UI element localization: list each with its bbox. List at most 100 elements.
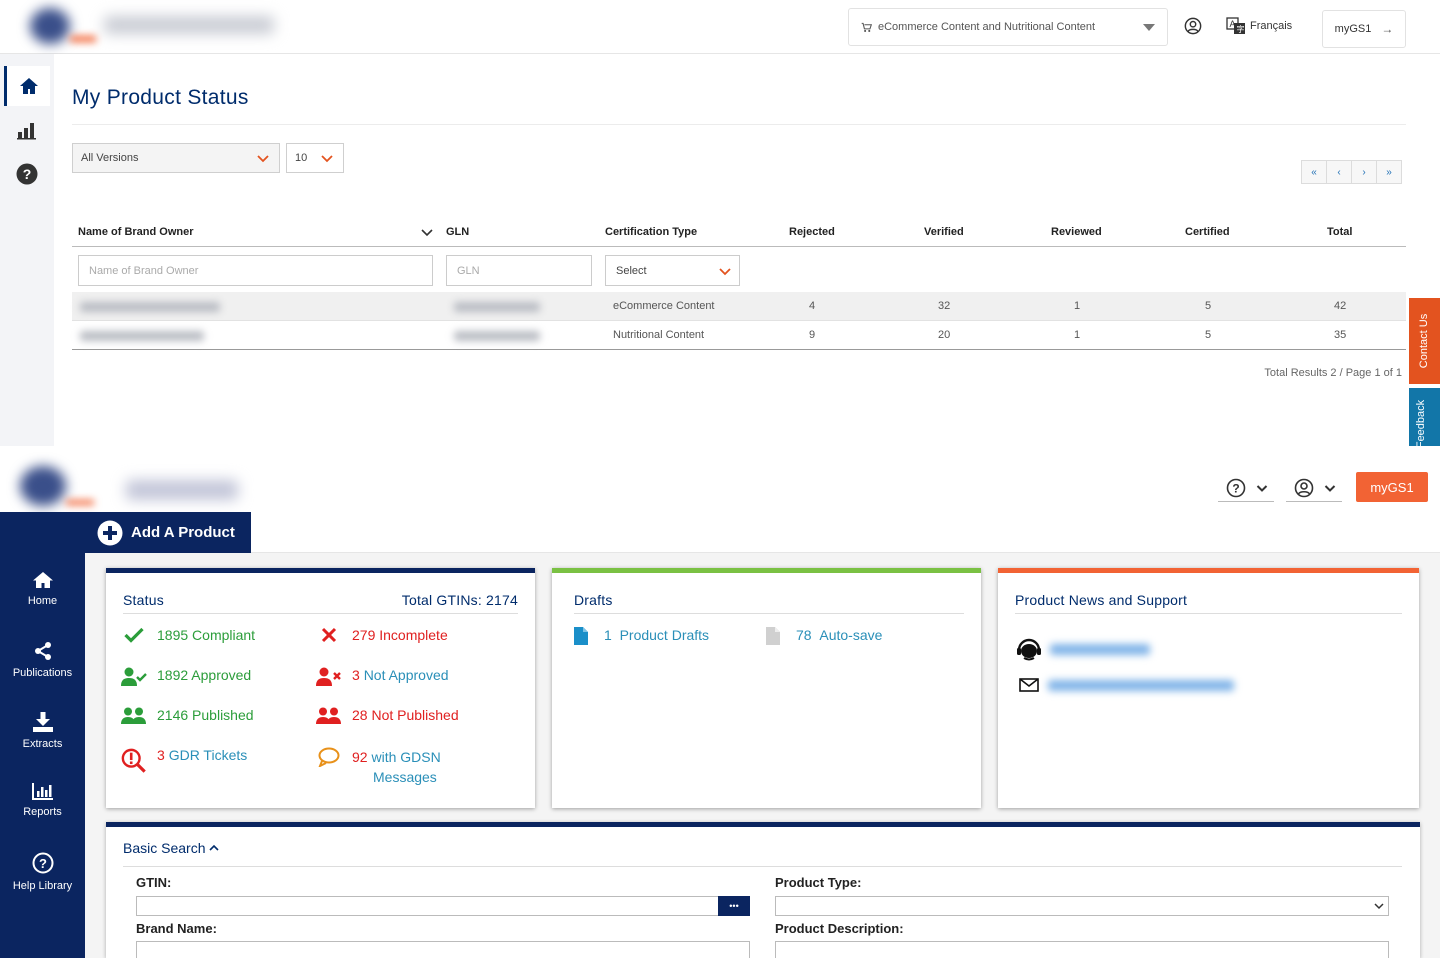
status-card: Status Total GTINs: 2174 1895 Compliant …	[106, 568, 535, 808]
published-count: 2146	[157, 707, 189, 723]
column-header-total[interactable]: Total	[1327, 226, 1352, 238]
chat-bubble-icon	[318, 747, 340, 767]
page-size-select[interactable]: 10	[286, 143, 344, 173]
top-header: eCommerce Content and Nutritional Conten…	[0, 0, 1440, 54]
cert-type-filter-select[interactable]: Select	[605, 255, 740, 286]
column-header-cert-type[interactable]: Certification Type	[605, 226, 697, 238]
divider	[123, 613, 518, 614]
add-product-label: Add A Product	[131, 524, 235, 541]
gs1-logo	[30, 8, 70, 44]
version-select-value: All Versions	[81, 152, 139, 164]
caret-down-icon	[1143, 24, 1155, 31]
brand-owner-filter-input[interactable]: Name of Brand Owner	[78, 255, 433, 286]
sidebar-item-extracts[interactable]: Extracts	[0, 712, 85, 750]
support-phone-blurred[interactable]	[1050, 644, 1150, 655]
sidebar-item-reports[interactable]	[4, 110, 50, 150]
help-dropdown[interactable]: ?	[1218, 474, 1274, 502]
add-product-button[interactable]: Add A Product	[85, 512, 251, 553]
column-header-rejected[interactable]: Rejected	[789, 226, 835, 238]
document-icon	[766, 627, 780, 645]
sidebar-item-home[interactable]	[4, 66, 50, 106]
compliant-count: 1895	[157, 627, 189, 643]
plus-circle-icon	[97, 520, 123, 545]
sidebar-item-label: Extracts	[22, 738, 63, 750]
user-dropdown[interactable]	[1286, 474, 1342, 502]
verified-cell: 20	[938, 329, 951, 341]
language-switch[interactable]: A字 Français	[1226, 17, 1292, 35]
autosave-link[interactable]: 78 Auto-save	[760, 627, 882, 645]
search-alert-icon	[121, 748, 146, 773]
basic-search-card: Basic Search GTIN: ••• Product Type: Bra…	[106, 822, 1420, 958]
product-drafts-count: 1	[604, 627, 612, 643]
sidebar-item-reports[interactable]: Reports	[0, 782, 85, 818]
mygs1-link[interactable]: myGS1 →	[1322, 10, 1406, 48]
approved-stat[interactable]: 1892 Approved	[121, 667, 251, 687]
check-icon	[124, 627, 144, 643]
gtin-input[interactable]	[136, 896, 750, 916]
contact-us-tab[interactable]: Contact Us	[1409, 298, 1440, 384]
svg-text:字: 字	[1237, 24, 1245, 34]
sidebar-item-home[interactable]: Home	[0, 571, 85, 607]
gs1-logo	[20, 466, 66, 506]
not-published-stat[interactable]: 28 Not Published	[316, 707, 459, 725]
incomplete-stat[interactable]: 279 Incomplete	[316, 627, 448, 643]
total-cell: 42	[1334, 300, 1347, 312]
sidebar: Home Publications Extracts Reports ? Hel…	[0, 553, 85, 958]
cert-type-cell: Nutritional Content	[613, 329, 705, 341]
user-icon[interactable]	[1184, 17, 1202, 35]
headset-icon	[1017, 638, 1041, 661]
mygs1-button[interactable]: myGS1	[1356, 472, 1428, 502]
incomplete-label: Incomplete	[379, 627, 448, 643]
column-header-gln[interactable]: GLN	[446, 226, 469, 238]
certified-cell: 5	[1205, 300, 1212, 312]
column-header-certified[interactable]: Certified	[1185, 226, 1230, 238]
prev-page-button[interactable]: ‹	[1326, 160, 1352, 184]
brand-name-input[interactable]	[136, 941, 750, 958]
next-page-button[interactable]: ›	[1351, 160, 1377, 184]
mail-icon	[1019, 678, 1039, 692]
basic-search-toggle[interactable]: Basic Search	[123, 840, 220, 856]
sidebar-item-help[interactable]: ?	[4, 154, 50, 194]
product-type-select[interactable]	[775, 896, 1389, 916]
column-header-brand-owner[interactable]: Name of Brand Owner	[78, 226, 194, 238]
not-approved-stat[interactable]: 3 Not Approved	[316, 667, 449, 687]
sidebar-item-label: Home	[27, 595, 58, 607]
reviewed-cell: 1	[1074, 329, 1081, 341]
gtin-lookup-button[interactable]: •••	[718, 896, 750, 916]
product-drafts-link[interactable]: 1 Product Drafts	[568, 627, 709, 645]
column-header-reviewed[interactable]: Reviewed	[1051, 226, 1102, 238]
last-page-button[interactable]: »	[1376, 160, 1402, 184]
card-accent	[106, 568, 535, 573]
chevron-down-icon	[1374, 903, 1384, 910]
gln-filter-input[interactable]: GLN	[446, 255, 592, 286]
sidebar-item-publications[interactable]: Publications	[0, 641, 85, 679]
download-icon	[32, 712, 53, 732]
table-row[interactable]: eCommerce Content 4 32 1 5 42	[72, 292, 1406, 321]
table-row[interactable]: Nutritional Content 9 20 1 5 35	[72, 321, 1406, 350]
version-select[interactable]: All Versions	[72, 143, 280, 173]
gdr-tickets-stat[interactable]: 3 GDR Tickets	[121, 747, 247, 775]
feedback-tab[interactable]: Feedback	[1409, 388, 1440, 446]
sidebar-item-label: Reports	[23, 806, 62, 818]
support-email-blurred[interactable]	[1048, 680, 1234, 691]
not-published-count: 28	[352, 707, 368, 723]
gdsn-messages-stat[interactable]: 92 with GDSN Messages	[316, 747, 441, 787]
total-gtins: Total GTINs: 2174	[401, 592, 518, 608]
app-name-blurred	[104, 16, 274, 34]
help-icon: ?	[16, 163, 38, 185]
sidebar-item-help-library[interactable]: ? Help Library	[0, 852, 85, 892]
logo-accent	[70, 36, 96, 42]
column-header-verified[interactable]: Verified	[924, 226, 964, 238]
chevron-down-icon[interactable]	[421, 226, 433, 238]
users-icon	[316, 707, 341, 724]
incomplete-count: 279	[352, 627, 376, 643]
gdsn-label-line2: Messages	[373, 769, 437, 785]
svg-text:?: ?	[39, 856, 47, 871]
content-selector[interactable]: eCommerce Content and Nutritional Conten…	[848, 8, 1168, 46]
product-description-input[interactable]	[775, 941, 1389, 958]
published-stat[interactable]: 2146 Published	[121, 707, 254, 725]
compliant-stat[interactable]: 1895 Compliant	[121, 627, 255, 643]
first-page-button[interactable]: «	[1301, 160, 1327, 184]
gln-blurred	[454, 302, 540, 312]
gdsn-label: with GDSN	[371, 749, 441, 765]
